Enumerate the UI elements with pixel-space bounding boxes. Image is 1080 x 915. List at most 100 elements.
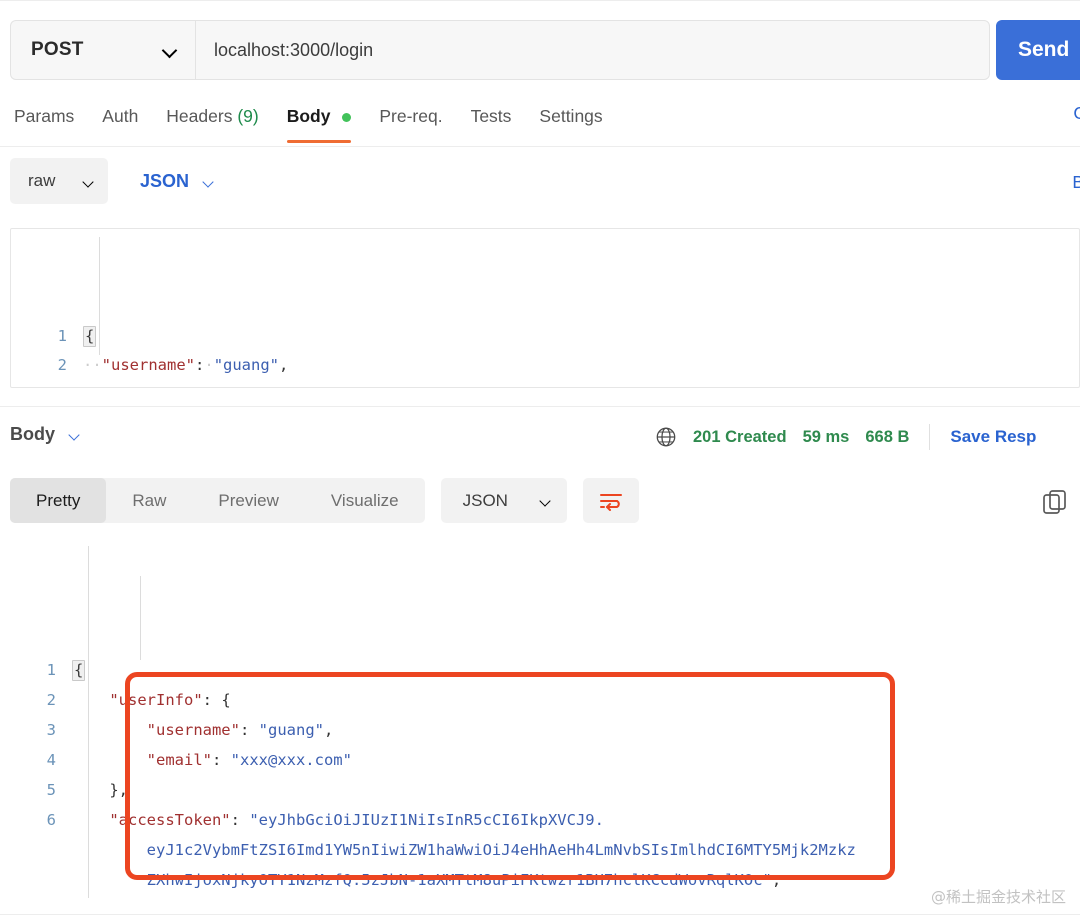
code-line: 7 "refreshToken": "eyJhbGciOiJIUzI1NiIsI… — [0, 896, 1080, 900]
code-token: : — [211, 751, 231, 769]
request-url-input[interactable]: localhost:3000/login — [195, 20, 990, 80]
code-content: "email": "xxx@xxx.com" — [72, 746, 1080, 775]
code-token: , — [118, 781, 129, 799]
response-body-dropdown[interactable]: Body — [10, 424, 80, 445]
http-method-select[interactable]: POST — [10, 20, 195, 80]
response-format-label: JSON — [462, 490, 508, 510]
tab-auth-label: Auth — [102, 106, 139, 126]
tab-params[interactable]: Params — [14, 103, 88, 137]
response-size: 668 B — [865, 427, 910, 446]
tab-params-label: Params — [14, 106, 75, 126]
code-content: "userInfo": { — [72, 686, 1080, 715]
chevron-down-icon — [69, 429, 80, 440]
tab-settings-label: Settings — [539, 106, 603, 126]
response-body-label: Body — [10, 424, 55, 444]
response-tab-raw[interactable]: Raw — [106, 478, 192, 523]
code-line: 2 ··"username":·"guang", — [11, 351, 1079, 380]
copy-response-button[interactable] — [1040, 488, 1070, 523]
tab-auth[interactable]: Auth — [88, 103, 152, 137]
line-number: 2 — [46, 691, 56, 709]
code-token: ·· — [83, 385, 102, 387]
response-view-tabs: Pretty Raw Preview Visualize JSON — [10, 478, 639, 523]
code-line: 1{ — [11, 322, 1079, 351]
response-body-viewer[interactable]: 1{2 "userInfo": {3 "username": "guang", 4… — [0, 540, 1080, 900]
code-line: 3 "username": "guang", — [0, 716, 1080, 746]
cookies-link[interactable]: C — [1073, 103, 1080, 124]
code-fold-marker[interactable]: { — [83, 326, 97, 347]
tab-tests-label: Tests — [470, 106, 512, 126]
code-token: "username" — [101, 356, 195, 374]
save-response-link[interactable]: Save Resp — [950, 427, 1036, 447]
code-token: ·· — [83, 356, 102, 374]
code-fold-marker[interactable]: { — [72, 660, 86, 681]
request-url-bar: POST localhost:3000/login — [10, 20, 990, 80]
code-token: : — [230, 811, 250, 829]
code-token: "userInfo" — [109, 691, 203, 709]
code-token: "111111" — [214, 385, 289, 387]
send-button[interactable]: Send — [996, 20, 1080, 80]
chevron-down-icon — [203, 176, 214, 187]
response-tab-pretty-label: Pretty — [36, 490, 81, 510]
beautify-link[interactable]: B — [1072, 172, 1080, 193]
chevron-down-icon — [83, 176, 94, 187]
code-token: } — [109, 781, 119, 799]
code-token: : — [195, 356, 205, 374]
code-line: 6 "accessToken": "eyJhbGciOiJIUzI1NiIsIn… — [0, 806, 1080, 836]
code-token: "username" — [146, 721, 240, 739]
code-line: ZXhwIjoxNjkyOTY1NzMzfQ.5zJbN-1aXMTtM8uPi… — [0, 866, 1080, 896]
code-line: 2 "userInfo": { — [0, 686, 1080, 716]
request-tab-bar: Params Auth Headers (9) Body Pre-req. Te… — [14, 103, 1080, 143]
response-tab-preview-label: Preview — [218, 490, 279, 510]
line-number: 3 — [46, 721, 56, 739]
body-mode-select[interactable]: raw — [10, 158, 108, 204]
api-client-window: POST localhost:3000/login Send Params Au… — [0, 0, 1080, 915]
line-number: 5 — [46, 781, 56, 799]
code-token: eyJ1c2VybmFtZSI6Imd1YW5nIiwiZW1haWwiOiJ4… — [146, 841, 856, 859]
word-wrap-toggle[interactable] — [582, 478, 639, 523]
tab-prerequest-label: Pre-req. — [379, 106, 443, 126]
body-format-label: JSON — [140, 170, 190, 191]
response-status-text: 201 Created — [693, 427, 787, 446]
response-tab-visualize-label: Visualize — [330, 490, 399, 510]
code-content: eyJ1c2VybmFtZSI6Imd1YW5nIiwiZW1haWwiOiJ4… — [72, 836, 1080, 865]
code-line: 4 "email": "xxx@xxx.com" — [0, 746, 1080, 776]
code-token: : — [195, 385, 204, 387]
tab-settings[interactable]: Settings — [525, 103, 616, 137]
tab-tests[interactable]: Tests — [457, 103, 526, 137]
code-token: , — [771, 871, 782, 889]
chevron-down-icon — [540, 495, 551, 506]
response-meta-bar: Body 201 Created 59 ms 668 B Save Resp — [0, 418, 1080, 462]
tab-prerequest[interactable]: Pre-req. — [365, 103, 456, 137]
tab-body-label: Body — [286, 106, 331, 126]
line-number: 1 — [46, 661, 56, 679]
response-tab-pretty[interactable]: Pretty — [10, 478, 107, 523]
code-content: "accessToken": "eyJhbGciOiJIUzI1NiIsInR5… — [72, 806, 1080, 835]
request-body-editor[interactable]: 1{2··"username":·"guang",3··"password":·… — [10, 228, 1080, 388]
body-format-select[interactable]: JSON — [126, 171, 214, 192]
code-token: "guang" — [213, 356, 280, 374]
response-tab-visualize[interactable]: Visualize — [305, 478, 425, 523]
response-tab-preview[interactable]: Preview — [192, 478, 304, 523]
code-content: ZXhwIjoxNjkyOTY1NzMzfQ.5zJbN-1aXMTtM8uPi… — [72, 866, 1080, 895]
response-stats: 201 Created 59 ms 668 B Save Resp — [655, 424, 1036, 450]
tab-body[interactable]: Body — [273, 103, 366, 143]
code-token: , — [323, 721, 334, 739]
top-divider — [0, 0, 1080, 1]
code-content: ··"username":·"guang", — [83, 351, 1079, 380]
word-wrap-icon — [599, 493, 622, 511]
response-time: 59 ms — [802, 427, 850, 446]
headers-count-badge: (9) — [237, 106, 259, 126]
code-token: , — [279, 356, 289, 374]
globe-icon — [656, 427, 676, 447]
response-format-select[interactable]: JSON — [440, 478, 567, 523]
code-token: { — [221, 691, 231, 709]
code-content: "username": "guang", — [72, 716, 1080, 745]
tab-headers[interactable]: Headers (9) — [152, 103, 272, 137]
line-number: 6 — [46, 811, 56, 829]
response-tab-raw-label: Raw — [132, 490, 167, 510]
line-number: 1 — [57, 327, 67, 345]
indent-guide — [140, 576, 141, 660]
